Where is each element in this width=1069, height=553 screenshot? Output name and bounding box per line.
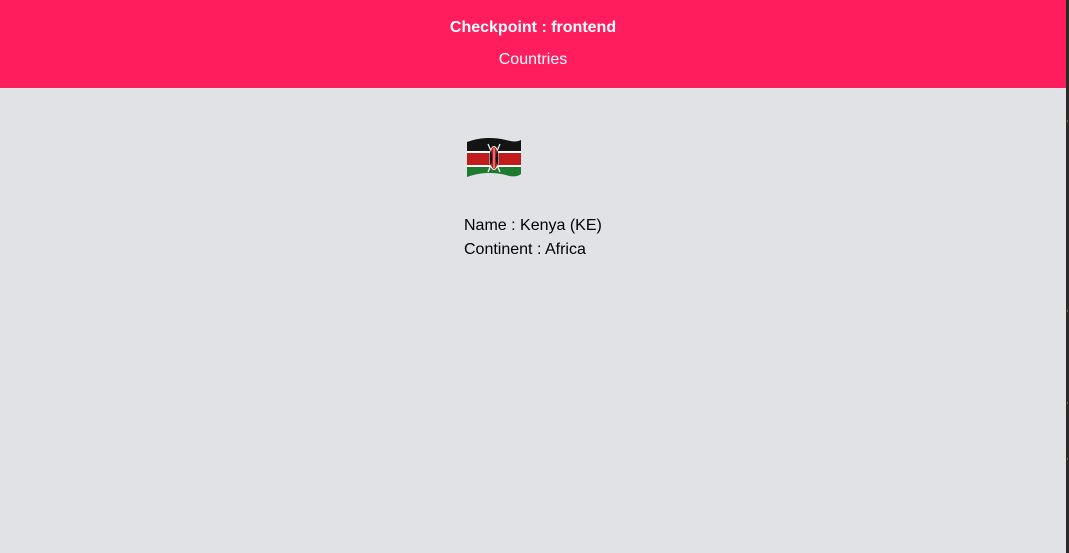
country-continent: Continent : Africa xyxy=(464,241,586,258)
countries-link[interactable]: Countries xyxy=(0,50,1066,70)
app-title: Checkpoint : frontend xyxy=(449,19,617,36)
kenya-flag-icon xyxy=(466,134,522,182)
country-info: Name : Kenya (KE) Continent : Africa xyxy=(464,214,602,262)
app-header: Checkpoint : frontend Countries xyxy=(0,0,1066,88)
country-name: Name : Kenya (KE) xyxy=(464,217,602,234)
